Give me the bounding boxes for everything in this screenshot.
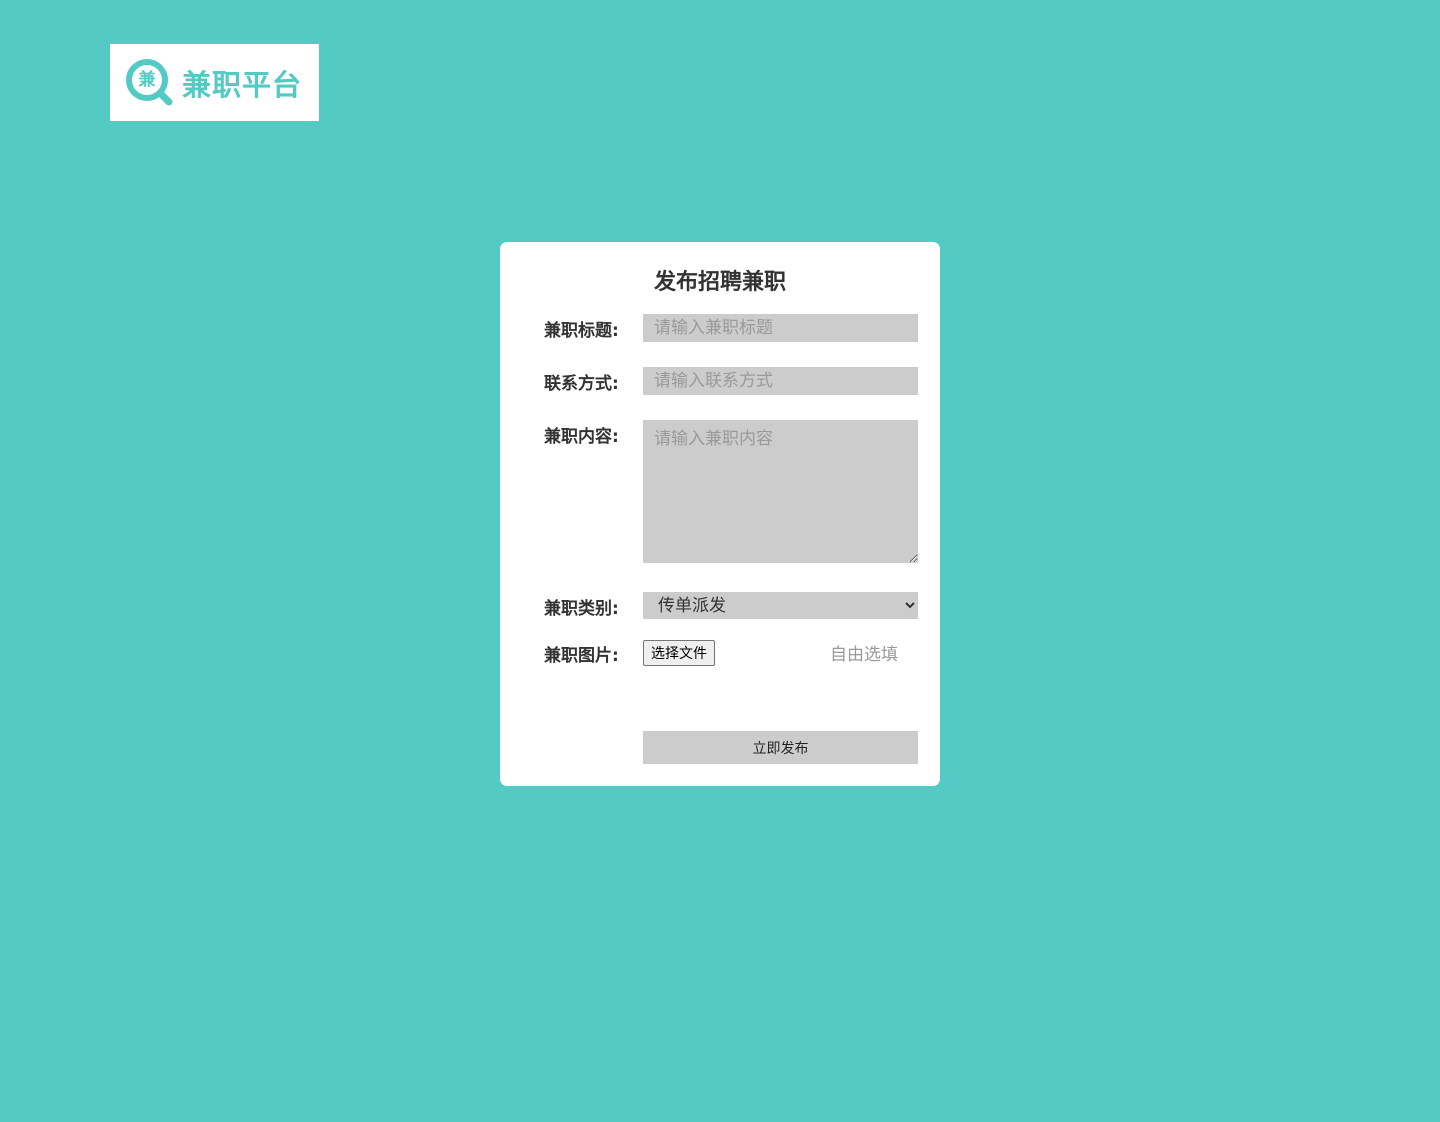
content-textarea[interactable] <box>643 420 918 563</box>
optional-hint: 自由选填 <box>830 645 898 665</box>
category-select[interactable]: 传单派发 <box>643 592 918 619</box>
contact-input[interactable] <box>643 367 918 395</box>
magnifier-icon: 兼 <box>125 58 175 108</box>
site-logo[interactable]: 兼 兼职平台 <box>110 44 319 121</box>
post-job-form-card: 发布招聘兼职 兼职标题: 联系方式: 兼职内容: 兼职类别: 传单派发 兼职图片… <box>500 242 940 786</box>
logo-mark-char: 兼 <box>138 69 156 90</box>
logo-title: 兼职平台 <box>182 67 303 102</box>
image-label: 兼职图片: <box>544 646 619 666</box>
contact-label: 联系方式: <box>544 374 619 394</box>
job-title-label: 兼职标题: <box>544 321 619 341</box>
job-title-input[interactable] <box>643 314 918 342</box>
choose-file-button[interactable]: 选择文件 <box>643 640 715 666</box>
publish-button[interactable]: 立即发布 <box>643 731 918 764</box>
category-label: 兼职类别: <box>544 599 619 619</box>
form-title: 发布招聘兼职 <box>653 270 786 295</box>
content-label: 兼职内容: <box>544 427 619 447</box>
